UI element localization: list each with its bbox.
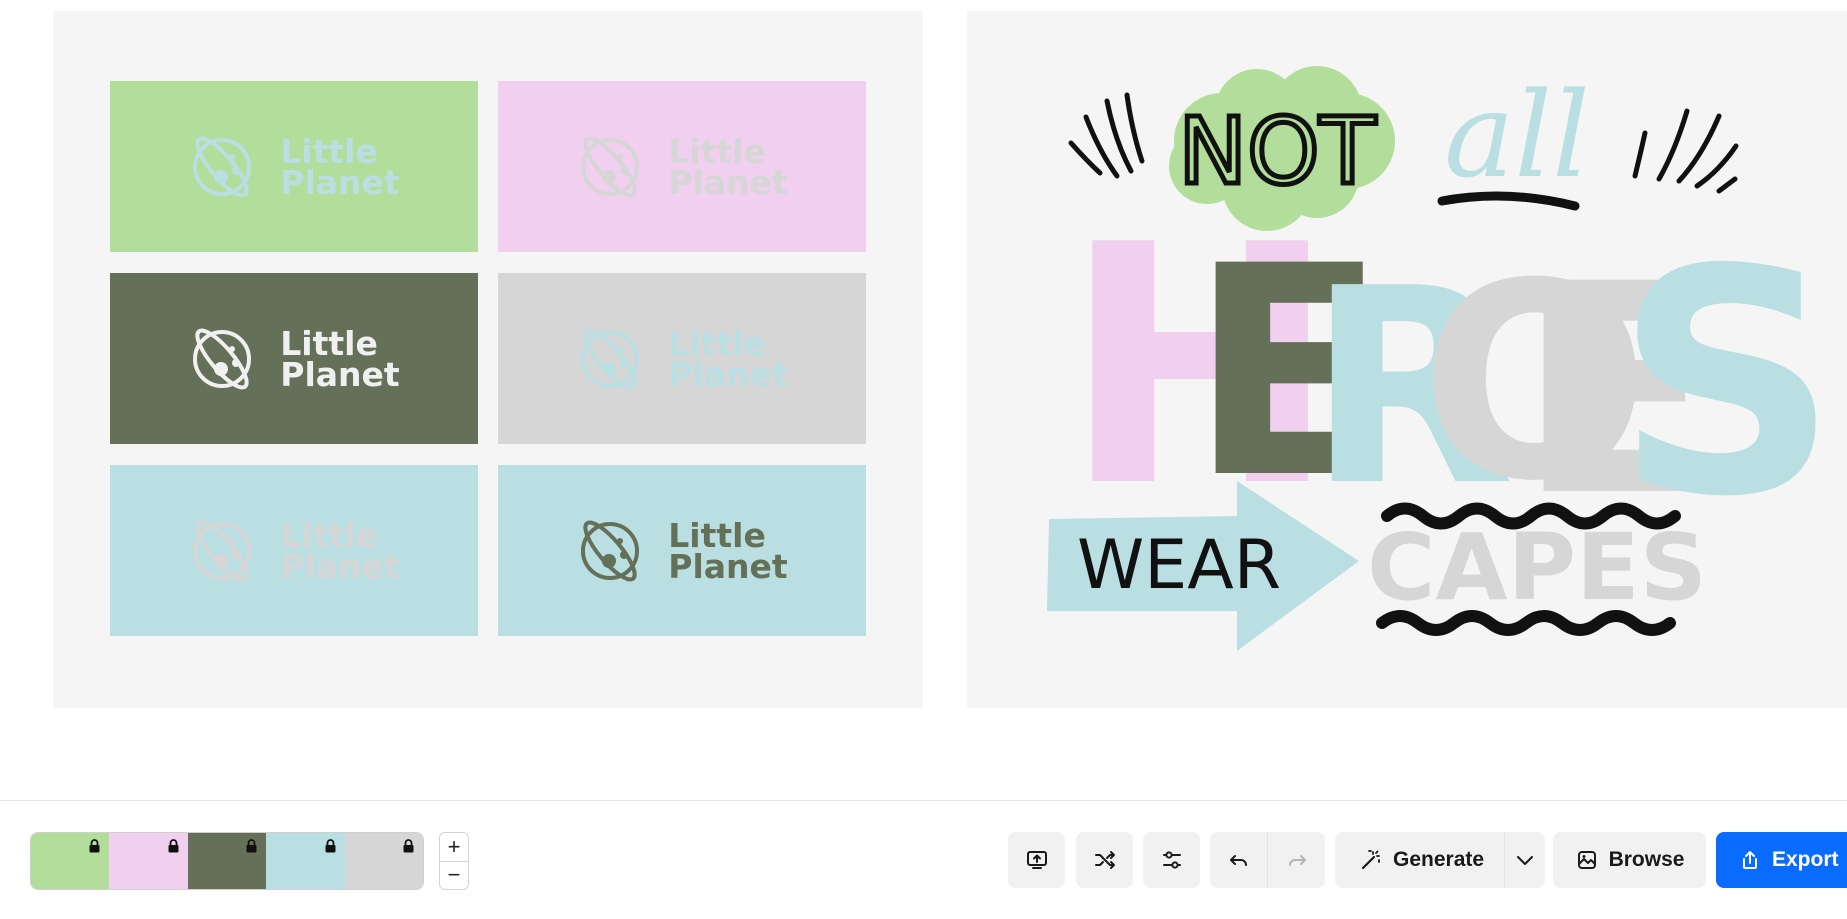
generate-options-button[interactable] xyxy=(1504,832,1545,888)
logo-text-line1: Little xyxy=(280,131,378,171)
undo-icon xyxy=(1229,855,1247,866)
canvas-area: Little Planet Little Planet Little Plane… xyxy=(0,0,1847,800)
redo-button[interactable] xyxy=(1268,832,1325,888)
planet-logo-icon xyxy=(581,520,640,581)
poster-word-wear: WEAR xyxy=(1077,526,1281,605)
planet-logo-icon xyxy=(193,136,252,197)
chevron-down-icon xyxy=(1517,856,1533,865)
browse-label: Browse xyxy=(1608,848,1685,871)
palette-swatch[interactable] xyxy=(344,833,423,889)
upload-image-icon xyxy=(1026,851,1047,869)
lock-icon[interactable] xyxy=(88,839,101,853)
logo-tile: Little Planet xyxy=(110,81,478,252)
burst-lines-right xyxy=(1632,108,1739,194)
gallery-icon xyxy=(1577,851,1596,869)
zoom-out-button[interactable]: − xyxy=(440,862,468,890)
logo-preview-panel[interactable]: Little Planet Little Planet Little Plane… xyxy=(53,11,923,708)
logo-text-line1: Little xyxy=(280,515,378,555)
zoom-in-button[interactable]: + xyxy=(440,833,468,862)
shuffle-button[interactable] xyxy=(1076,832,1133,888)
logo-tile: Little Planet xyxy=(498,465,866,636)
share-icon xyxy=(1743,851,1757,869)
logo-text-line1: Little xyxy=(668,515,766,555)
lock-icon[interactable] xyxy=(324,839,337,853)
logo-text-line2: Planet xyxy=(280,162,400,202)
planet-logo-icon xyxy=(193,520,252,581)
lock-icon[interactable] xyxy=(402,839,415,853)
logo-tile: Little Planet xyxy=(110,465,478,636)
palette-swatch[interactable] xyxy=(187,833,267,889)
little-planet-logo: Little Planet xyxy=(576,515,788,587)
little-planet-logo: Little Planet xyxy=(188,131,400,203)
redo-icon xyxy=(1288,855,1306,866)
lock-icon[interactable] xyxy=(167,839,180,853)
upload-button[interactable] xyxy=(1008,832,1065,888)
shuffle-icon xyxy=(1094,851,1115,869)
little-planet-logo: Little Planet xyxy=(576,323,788,395)
zoom-control: + − xyxy=(439,832,469,890)
logo-text-line2: Planet xyxy=(280,546,400,586)
poster-word-capes: CAPES xyxy=(1367,514,1707,621)
little-planet-logo: Little Planet xyxy=(576,131,788,203)
lock-icon[interactable] xyxy=(245,839,258,853)
logo-text-line1: Little xyxy=(668,131,766,171)
logo-tile: Little Planet xyxy=(110,273,478,444)
palette-swatch[interactable] xyxy=(31,833,110,889)
generate-label: Generate xyxy=(1393,848,1485,871)
palette-swatches xyxy=(30,832,424,890)
logo-text-line2: Planet xyxy=(668,162,788,202)
export-label: Export xyxy=(1772,848,1839,871)
undo-button[interactable] xyxy=(1210,832,1268,888)
palette-swatch[interactable] xyxy=(109,833,188,889)
logo-text-line2: Planet xyxy=(280,354,400,394)
browse-button[interactable]: Browse xyxy=(1553,832,1706,888)
magic-wand-icon xyxy=(1361,850,1380,870)
sliders-icon xyxy=(1162,851,1181,869)
logo-tile: Little Planet xyxy=(498,273,866,444)
generate-button[interactable]: Generate xyxy=(1335,832,1508,888)
logo-text-line1: Little xyxy=(280,323,378,363)
logo-tile: Little Planet xyxy=(498,81,866,252)
logo-text-line1: Little xyxy=(668,323,766,363)
poster-preview-panel[interactable]: NOT all H E R O E S WEAR CAPES xyxy=(967,11,1847,708)
palette-swatch[interactable] xyxy=(266,833,345,889)
planet-logo-icon xyxy=(581,328,640,389)
planet-logo-icon xyxy=(581,136,640,197)
poster-illustration: NOT all H E R O E S WEAR CAPES xyxy=(1047,66,1838,651)
planet-logo-icon xyxy=(193,328,252,389)
little-planet-logo: Little Planet xyxy=(188,323,400,395)
little-planet-logo: Little Planet xyxy=(188,515,400,587)
poster-letter-s: S xyxy=(1615,204,1838,565)
poster-word-all: all xyxy=(1444,66,1590,204)
burst-lines-left xyxy=(1068,92,1145,179)
adjust-button[interactable] xyxy=(1143,832,1200,888)
logo-text-line2: Planet xyxy=(668,546,788,586)
logo-text-line2: Planet xyxy=(668,354,788,394)
export-button[interactable]: Export xyxy=(1716,832,1847,888)
bottom-toolbar: + − Generate Browse Export xyxy=(0,800,1847,919)
undo-redo-group xyxy=(1210,832,1325,888)
